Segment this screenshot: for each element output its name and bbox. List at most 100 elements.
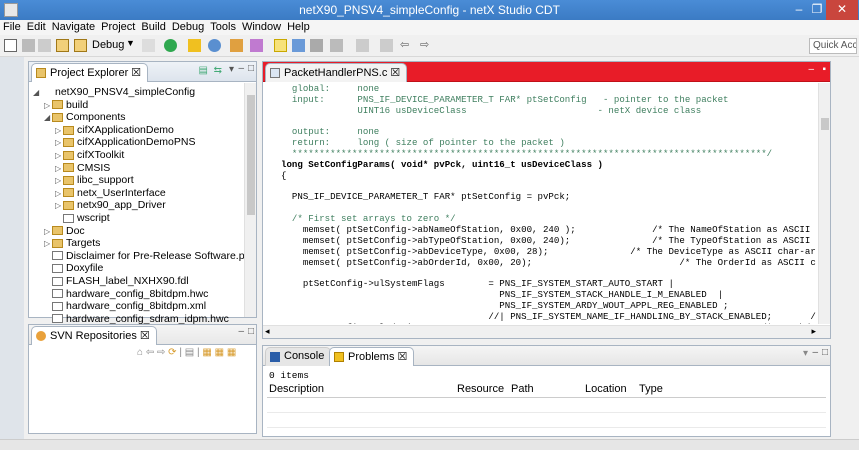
minimize-view-icon[interactable]: – [808, 64, 814, 75]
scroll-right-icon[interactable]: ▸ [811, 326, 816, 337]
console-icon [270, 352, 280, 362]
minimize-icon[interactable]: – [790, 0, 808, 20]
properties-icon[interactable]: ▦ [215, 347, 224, 358]
save-all-icon[interactable] [38, 39, 51, 52]
refresh-icon[interactable]: ⟳ [168, 347, 176, 358]
menu-build[interactable]: Build [138, 20, 168, 35]
tree-item-label: cifXApplicationDemo [77, 123, 174, 136]
scrollbar-thumb[interactable] [247, 95, 255, 215]
tab-packethandlerpns[interactable]: PacketHandlerPNS.c ☒ [265, 63, 408, 82]
build-config-label[interactable]: Debug [92, 39, 124, 51]
menu-help[interactable]: Help [284, 20, 313, 35]
tree-item[interactable]: ▷ netx90_app_Driver [33, 199, 242, 212]
tree-item[interactable]: hardware_config_8bitdpm.xml [33, 300, 242, 313]
new-icon[interactable] [4, 39, 17, 52]
tree-item[interactable]: Disclaimer for Pre-Release Software.pdf [33, 250, 253, 263]
collapse-icon[interactable]: ▤ [185, 347, 194, 358]
close-icon[interactable]: ✕ [826, 0, 858, 20]
run-icon[interactable] [164, 39, 177, 52]
minimize-view-icon[interactable]: – [238, 63, 244, 74]
view-menu-icon[interactable]: ▾ [229, 64, 234, 75]
lightning-icon[interactable] [188, 39, 201, 52]
tree-item[interactable]: ◢ Components [33, 111, 242, 124]
tree-item[interactable]: hardware_config_8bitdpm.hwc [33, 288, 242, 301]
tree-item[interactable]: FLASH_label_NXHX90.fdl [33, 275, 242, 288]
code-editor[interactable]: global: none input: PNS_IF_DEVICE_PARAME… [263, 84, 816, 324]
tree-item[interactable]: wscript [33, 212, 242, 225]
build-all-icon[interactable] [74, 39, 87, 52]
collapse-all-icon[interactable]: ▤ [199, 65, 208, 76]
home-icon[interactable]: ⌂ [137, 347, 143, 358]
title-bar: netX90_PNSV4_simpleConfig - netX Studio … [0, 0, 859, 20]
editor-tabbar: PacketHandlerPNS.c ☒ – ▪ [263, 62, 830, 82]
tree-item[interactable]: ▷ Doc [33, 225, 242, 238]
view-menu-icon[interactable]: ▾ [803, 348, 808, 359]
folder-icon [52, 226, 63, 236]
back-icon[interactable]: ⇦ [400, 38, 409, 51]
maximize-view-icon[interactable]: □ [248, 63, 254, 74]
tab-console[interactable]: Console [265, 347, 332, 366]
table-row[interactable] [267, 413, 826, 428]
chevron-down-icon[interactable]: ▼ [126, 38, 135, 48]
column-path[interactable]: Path [511, 383, 534, 395]
tree-item[interactable]: ▷ cifXToolkit [33, 149, 242, 162]
tree-item[interactable]: ▷ netx_UserInterface [33, 187, 242, 200]
tree-item[interactable]: ▷ libc_support [33, 174, 242, 187]
menu-navigate[interactable]: Navigate [49, 20, 98, 35]
open-folder-icon[interactable] [230, 39, 243, 52]
project-tree-scrollbar[interactable] [244, 83, 256, 317]
brush-icon[interactable] [250, 39, 263, 52]
tree-item[interactable]: ▷ cifXApplicationDemo [33, 124, 242, 137]
save-icon[interactable] [22, 39, 35, 52]
tree-item[interactable]: ◢ netX90_PNSV4_simpleConfig [33, 86, 242, 99]
globe-icon[interactable] [208, 39, 221, 52]
forward-icon[interactable]: ⇨ [420, 38, 429, 51]
tree-item[interactable]: ▷ cifXApplicationDemoPNS [33, 136, 242, 149]
build-icon[interactable] [56, 39, 69, 52]
pencil-icon[interactable] [142, 39, 155, 52]
new-repository-icon[interactable]: ▦ [202, 347, 211, 358]
tree-item-label: build [66, 98, 89, 111]
annotation-icon[interactable] [330, 39, 343, 52]
minimize-view-icon[interactable]: – [812, 347, 818, 358]
markers-icon[interactable] [310, 39, 323, 52]
last-edit-icon[interactable] [380, 39, 393, 52]
next-annotation-icon[interactable] [356, 39, 369, 52]
tab-project-explorer[interactable]: Project Explorer ☒ [31, 63, 149, 82]
maximize-view-icon[interactable]: ▪ [822, 64, 826, 75]
tree-item[interactable]: ▷ Targets [33, 237, 242, 250]
maximize-view-icon[interactable]: □ [822, 347, 828, 358]
table-row[interactable] [267, 398, 826, 413]
tab-problems[interactable]: Problems ☒ [329, 347, 415, 366]
menu-edit[interactable]: Edit [24, 20, 49, 35]
column-type[interactable]: Type [639, 383, 663, 395]
minimize-view-icon[interactable]: – [238, 326, 244, 337]
checkout-icon[interactable]: ▦ [227, 347, 236, 358]
layout-icon[interactable] [292, 39, 305, 52]
column-description[interactable]: Description [269, 383, 324, 395]
scrollbar-thumb[interactable] [821, 118, 829, 130]
back-icon[interactable]: ⇦ [146, 347, 154, 358]
column-resource[interactable]: Resource [457, 383, 504, 395]
folder-icon [63, 175, 74, 185]
tree-item[interactable]: ▷ CMSIS [33, 162, 242, 175]
highlight-icon[interactable] [274, 39, 287, 52]
menu-file[interactable]: File [0, 20, 24, 35]
forward-icon[interactable]: ⇨ [157, 347, 165, 358]
link-editor-icon[interactable]: ⇆ [214, 65, 222, 76]
menu-project[interactable]: Project [98, 20, 138, 35]
tree-item[interactable]: ▷ build [33, 99, 242, 112]
tree-item-label: libc_support [77, 174, 134, 187]
tree-item[interactable]: Doxyfile [33, 262, 242, 275]
maximize-view-icon[interactable]: □ [248, 326, 254, 337]
editor-vscrollbar[interactable] [818, 83, 830, 324]
quick-access-input[interactable]: Quick Access [809, 38, 857, 54]
scroll-left-icon[interactable]: ◂ [265, 326, 270, 337]
menu-debug[interactable]: Debug [169, 20, 207, 35]
maximize-icon[interactable]: ❐ [808, 0, 826, 20]
menu-window[interactable]: Window [239, 20, 284, 35]
column-location[interactable]: Location [585, 383, 627, 395]
menu-tools[interactable]: Tools [207, 20, 239, 35]
editor-hscrollbar[interactable]: ◂ ▸ [263, 325, 830, 338]
tab-svn-repositories[interactable]: SVN Repositories ☒ [31, 326, 157, 345]
